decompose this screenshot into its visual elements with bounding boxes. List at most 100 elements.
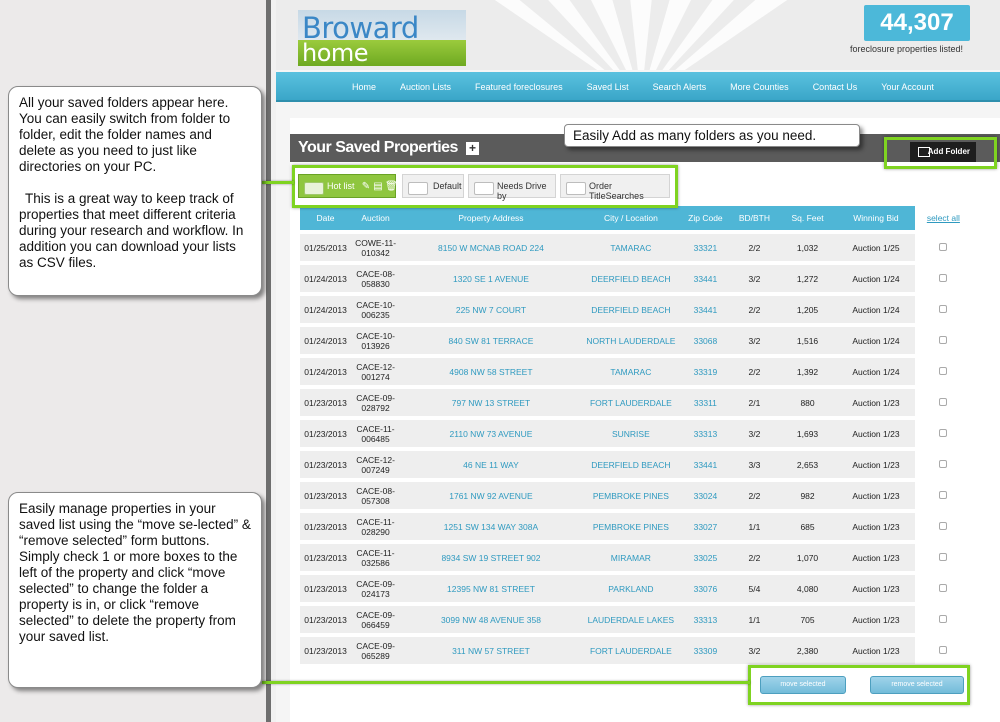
cell-zip[interactable]: 33441 xyxy=(679,265,731,292)
cell-date: 01/23/2013 xyxy=(300,451,352,478)
cell-address[interactable]: 46 NE 11 WAY xyxy=(400,451,582,478)
cell-zip[interactable]: 33025 xyxy=(679,544,731,571)
row-checkbox[interactable] xyxy=(939,521,948,530)
cell-date: 01/24/2013 xyxy=(300,327,352,354)
cell-winning-bid: Auction 1/24 xyxy=(837,327,915,354)
cell-city[interactable]: FORT LAUDERDALE xyxy=(581,637,680,664)
row-checkbox[interactable] xyxy=(939,645,948,654)
row-checkbox[interactable] xyxy=(939,583,948,592)
cell-select xyxy=(914,544,972,571)
select-all-link[interactable]: select all xyxy=(914,206,972,230)
cell-zip[interactable]: 33441 xyxy=(679,296,731,323)
col-zip[interactable]: Zip Code xyxy=(679,206,731,230)
cell-city[interactable]: LAUDERDALE LAKES xyxy=(581,606,680,633)
cell-zip[interactable]: 33311 xyxy=(679,389,731,416)
cell-zip[interactable]: 33309 xyxy=(679,637,731,664)
cell-auction: CACE-11-028290 xyxy=(351,513,401,540)
cell-city[interactable]: DEERFIELD BEACH xyxy=(581,451,680,478)
nav-auction-lists[interactable]: Auction Lists xyxy=(388,72,463,102)
cell-city[interactable]: MIRAMAR xyxy=(581,544,680,571)
nav-saved-list[interactable]: Saved List xyxy=(575,72,641,102)
col-sq-feet[interactable]: Sq. Feet xyxy=(777,206,838,230)
cell-address[interactable]: 12395 NW 81 STREET xyxy=(400,575,582,602)
cell-city[interactable]: NORTH LAUDERDALE xyxy=(581,327,680,354)
plus-icon[interactable]: + xyxy=(466,142,479,155)
cell-address[interactable]: 8934 SW 19 STREET 902 xyxy=(400,544,582,571)
cell-address[interactable]: 4908 NW 58 STREET xyxy=(400,358,582,385)
cell-city[interactable]: DEERFIELD BEACH xyxy=(581,296,680,323)
cell-zip[interactable]: 33068 xyxy=(679,327,731,354)
cell-city[interactable]: PARKLAND xyxy=(581,575,680,602)
table-header-row: Date Auction Property Address City / Loc… xyxy=(300,206,972,230)
cell-address[interactable]: 8150 W MCNAB ROAD 224 xyxy=(400,234,582,261)
row-checkbox[interactable] xyxy=(939,552,948,561)
col-city[interactable]: City / Location xyxy=(581,206,680,230)
row-checkbox[interactable] xyxy=(939,242,948,251)
saved-properties-table: Date Auction Property Address City / Loc… xyxy=(300,202,972,668)
cell-address[interactable]: 311 NW 57 STREET xyxy=(400,637,582,664)
cell-zip[interactable]: 33076 xyxy=(679,575,731,602)
col-date[interactable]: Date xyxy=(300,206,352,230)
nav-search-alerts[interactable]: Search Alerts xyxy=(641,72,719,102)
cell-city[interactable]: TAMARAC xyxy=(581,234,680,261)
cell-auction: CACE-12-001274 xyxy=(351,358,401,385)
row-checkbox[interactable] xyxy=(939,335,948,344)
cell-address[interactable]: 840 SW 81 TERRACE xyxy=(400,327,582,354)
cell-city[interactable]: PEMBROKE PINES xyxy=(581,513,680,540)
row-checkbox[interactable] xyxy=(939,490,948,499)
cell-city[interactable]: PEMBROKE PINES xyxy=(581,482,680,509)
nav-featured-foreclosures[interactable]: Featured foreclosures xyxy=(463,72,575,102)
main-nav: Home Auction Lists Featured foreclosures… xyxy=(276,72,1000,102)
cell-zip[interactable]: 33027 xyxy=(679,513,731,540)
nav-home[interactable]: Home xyxy=(340,72,388,102)
cell-sq-feet: 1,070 xyxy=(777,544,838,571)
cell-bd-bth: 2/2 xyxy=(730,358,778,385)
cell-auction: CACE-10-013926 xyxy=(351,327,401,354)
cell-zip[interactable]: 33319 xyxy=(679,358,731,385)
cell-zip[interactable]: 33313 xyxy=(679,606,731,633)
cell-sq-feet: 685 xyxy=(777,513,838,540)
row-checkbox[interactable] xyxy=(939,614,948,623)
cell-city[interactable]: TAMARAC xyxy=(581,358,680,385)
nav-your-account[interactable]: Your Account xyxy=(869,72,946,102)
sunburst-decoration xyxy=(494,0,788,70)
col-address[interactable]: Property Address xyxy=(400,206,582,230)
row-checkbox[interactable] xyxy=(939,273,948,282)
nav-contact-us[interactable]: Contact Us xyxy=(801,72,870,102)
row-checkbox[interactable] xyxy=(939,428,948,437)
cell-zip[interactable]: 33321 xyxy=(679,234,731,261)
cell-winning-bid: Auction 1/23 xyxy=(837,544,915,571)
cell-auction: CACE-09-024173 xyxy=(351,575,401,602)
cell-date: 01/24/2013 xyxy=(300,358,352,385)
callout-text: This is a great way to keep track of pro… xyxy=(19,191,244,270)
col-winning-bid[interactable]: Winning Bid xyxy=(837,206,915,230)
cell-auction: CACE-11-032586 xyxy=(351,544,401,571)
cell-address[interactable]: 1320 SE 1 AVENUE xyxy=(400,265,582,292)
cell-auction: CACE-10-006235 xyxy=(351,296,401,323)
cell-zip[interactable]: 33313 xyxy=(679,420,731,447)
row-checkbox[interactable] xyxy=(939,397,948,406)
saved-properties-panel: Your Saved Properties + Add Folder Hot l… xyxy=(290,118,1000,722)
row-checkbox[interactable] xyxy=(939,304,948,313)
site-logo[interactable]: Broward home auctions xyxy=(298,10,466,70)
row-checkbox[interactable] xyxy=(939,459,948,468)
folders-highlight xyxy=(292,165,678,208)
row-checkbox[interactable] xyxy=(939,366,948,375)
cell-address[interactable]: 3099 NW 48 AVENUE 358 xyxy=(400,606,582,633)
table-row: 01/24/2013 CACE-08-058830 1320 SE 1 AVENUE… xyxy=(300,265,972,292)
cell-address[interactable]: 225 NW 7 COURT xyxy=(400,296,582,323)
cell-address[interactable]: 1761 NW 92 AVENUE xyxy=(400,482,582,509)
cell-city[interactable]: SUNRISE xyxy=(581,420,680,447)
cell-city[interactable]: DEERFIELD BEACH xyxy=(581,265,680,292)
col-bd-bth[interactable]: BD/BTH xyxy=(730,206,778,230)
cell-address[interactable]: 2110 NW 73 AVENUE xyxy=(400,420,582,447)
cell-zip[interactable]: 33441 xyxy=(679,451,731,478)
cell-address[interactable]: 1251 SW 134 WAY 308A xyxy=(400,513,582,540)
cell-address[interactable]: 797 NW 13 STREET xyxy=(400,389,582,416)
cell-zip[interactable]: 33024 xyxy=(679,482,731,509)
cell-date: 01/24/2013 xyxy=(300,265,352,292)
nav-more-counties[interactable]: More Counties xyxy=(718,72,801,102)
col-auction[interactable]: Auction xyxy=(351,206,401,230)
manage-callout: Easily manage properties in your saved l… xyxy=(8,492,262,688)
cell-city[interactable]: FORT LAUDERDALE xyxy=(581,389,680,416)
